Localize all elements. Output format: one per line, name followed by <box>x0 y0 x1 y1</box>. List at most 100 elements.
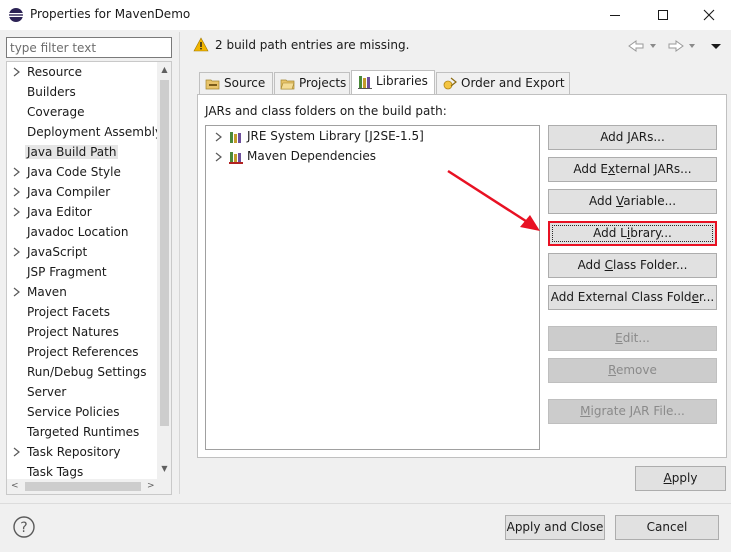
tree-item[interactable]: Java Compiler <box>7 182 157 202</box>
expand-arrow-icon[interactable] <box>214 151 224 163</box>
apply-and-close-button[interactable]: Apply and Close <box>505 515 605 540</box>
back-dropdown-icon[interactable] <box>650 44 656 48</box>
scroll-down-icon[interactable]: ▼ <box>160 464 169 474</box>
tree-item-label: Deployment Assembly <box>27 125 163 139</box>
footer-separator <box>0 503 731 504</box>
cancel-button[interactable]: Cancel <box>615 515 719 540</box>
tree-item[interactable]: JavaScript <box>7 242 157 262</box>
close-button[interactable] <box>686 0 731 30</box>
tab-libraries[interactable]: Libraries <box>351 70 435 94</box>
tree-item-label: JSP Fragment <box>27 265 107 279</box>
add-jars-button[interactable]: Add JARs... <box>548 125 717 150</box>
tree-item-label: Javadoc Location <box>27 225 129 239</box>
expand-arrow-icon[interactable] <box>12 166 22 178</box>
order-export-icon <box>443 77 457 90</box>
scroll-thumb[interactable] <box>160 80 169 426</box>
apply-button[interactable]: Apply <box>635 466 726 491</box>
tree-item[interactable]: Project Natures <box>7 322 157 342</box>
tree-item[interactable]: JSP Fragment <box>7 262 157 282</box>
add-external-jars-button[interactable]: Add External JARs... <box>548 157 717 182</box>
tree-vertical-scrollbar[interactable]: ▲ ▼ <box>157 62 171 479</box>
tree-item[interactable]: Java Build Path <box>7 142 157 162</box>
tree-item-label: Maven <box>27 285 67 299</box>
migrate-jar-file-button[interactable]: Migrate JAR File... <box>548 399 717 424</box>
tree-item[interactable]: Server <box>7 382 157 402</box>
add-variable-button[interactable]: Add Variable... <box>548 189 717 214</box>
forward-dropdown-icon[interactable] <box>689 44 695 48</box>
tree-item-label: Task Repository <box>27 445 121 459</box>
scroll-left-icon[interactable]: < <box>11 481 19 491</box>
tree-item-label: Service Policies <box>27 405 120 419</box>
tab-projects[interactable]: Projects <box>274 72 350 94</box>
close-icon <box>703 9 715 21</box>
expand-arrow-icon[interactable] <box>12 246 22 258</box>
expand-arrow-icon[interactable] <box>12 206 22 218</box>
library-entry-jre[interactable]: JRE System Library [J2SE-1.5] <box>206 127 536 147</box>
tab-source[interactable]: Source <box>199 72 273 94</box>
tree-item[interactable]: Project Facets <box>7 302 157 322</box>
tree-item[interactable]: Coverage <box>7 102 157 122</box>
scroll-thumb-horizontal[interactable] <box>25 482 141 491</box>
remove-button[interactable]: Remove <box>548 358 717 383</box>
tree-item-label: Server <box>27 385 67 399</box>
add-library-button[interactable]: Add Library... <box>548 221 717 246</box>
svg-text:?: ? <box>20 520 27 536</box>
library-entry-maven[interactable]: Maven Dependencies <box>206 147 536 167</box>
expand-arrow-icon[interactable] <box>12 286 22 298</box>
forward-arrow-icon[interactable] <box>668 40 684 52</box>
tree-item-label: JavaScript <box>27 245 88 259</box>
expand-arrow-icon[interactable] <box>12 446 22 458</box>
tree-item-label: Java Code Style <box>27 165 121 179</box>
eclipse-app-icon <box>9 8 23 22</box>
window-title: Properties for MavenDemo <box>30 7 191 21</box>
status-message: 2 build path entries are missing. <box>215 38 410 52</box>
maximize-button[interactable] <box>640 0 686 30</box>
help-icon[interactable]: ? <box>12 515 36 539</box>
tree-item-label: Project Facets <box>27 305 110 319</box>
tree-item[interactable]: Run/Debug Settings <box>7 362 157 382</box>
expand-arrow-icon[interactable] <box>12 186 22 198</box>
tree-item-label: Project References <box>27 345 139 359</box>
minimize-button[interactable] <box>592 0 638 30</box>
tree-item[interactable]: Maven <box>7 282 157 302</box>
filter-input[interactable] <box>6 37 172 58</box>
expand-arrow-icon[interactable] <box>12 66 22 78</box>
tree-item[interactable]: Java Editor <box>7 202 157 222</box>
tree-item[interactable]: Javadoc Location <box>7 222 157 242</box>
maximize-icon <box>658 10 668 20</box>
back-arrow-icon[interactable] <box>628 40 644 52</box>
warning-icon <box>193 37 209 52</box>
tree-item-label: Targeted Runtimes <box>27 425 140 439</box>
tree-item-label: Resource <box>27 65 83 79</box>
maven-library-icon <box>229 152 243 164</box>
view-menu-icon[interactable] <box>711 44 721 49</box>
jre-library-icon <box>230 132 241 143</box>
tree-item[interactable]: Task Repository <box>7 442 157 462</box>
tree-item-label: Builders <box>27 85 76 99</box>
tree-item[interactable]: Java Code Style <box>7 162 157 182</box>
tree-item-label: Java Build Path <box>25 145 119 159</box>
tree-item-label: Task Tags <box>27 465 84 479</box>
tree-item-label: Java Compiler <box>27 185 111 199</box>
minimize-icon <box>610 15 620 16</box>
build-path-section-label: JARs and class folders on the build path… <box>205 104 447 118</box>
source-folder-icon <box>205 79 220 90</box>
add-external-class-folder-button[interactable]: Add External Class Folder... <box>548 285 717 310</box>
expand-arrow-icon[interactable] <box>214 131 224 143</box>
tree-item[interactable]: Deployment Assembly <box>7 122 162 142</box>
tree-item[interactable]: Resource <box>7 62 157 82</box>
tree-item-label: Project Natures <box>27 325 119 339</box>
tree-item[interactable]: Builders <box>7 82 157 102</box>
add-class-folder-button[interactable]: Add Class Folder... <box>548 253 717 278</box>
pane-divider[interactable] <box>179 32 180 494</box>
tree-horizontal-scrollbar[interactable]: < > <box>7 479 171 494</box>
tree-item-label: Coverage <box>27 105 85 119</box>
tree-item[interactable]: Targeted Runtimes <box>7 422 157 442</box>
scroll-up-icon[interactable]: ▲ <box>160 65 169 75</box>
edit-button[interactable]: Edit... <box>548 326 717 351</box>
tree-item[interactable]: Project References <box>7 342 157 362</box>
property-page-tree[interactable]: Resource Builders Coverage Deployment Assem… <box>6 61 172 495</box>
tab-order-and-export[interactable]: Order and Export <box>436 72 570 94</box>
scroll-right-icon[interactable]: > <box>147 481 155 491</box>
tree-item[interactable]: Service Policies <box>7 402 157 422</box>
